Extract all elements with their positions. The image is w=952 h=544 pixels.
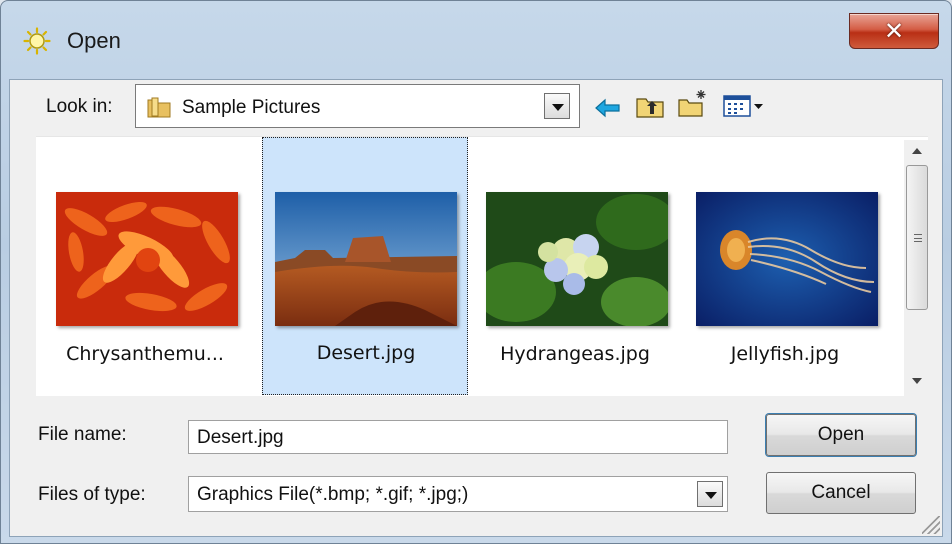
open-dialog-window: Open ✕ Look in: Sample Pictures Chrysant… xyxy=(0,0,952,544)
up-folder-icon[interactable] xyxy=(634,90,666,122)
look-in-dropdown-button[interactable] xyxy=(544,93,570,119)
file-type-dropdown-button[interactable] xyxy=(697,481,723,507)
back-arrow-icon[interactable] xyxy=(592,92,624,124)
scroll-up-icon[interactable] xyxy=(912,148,922,154)
grip-icon xyxy=(914,234,922,242)
file-name-label: File name: xyxy=(38,424,127,445)
file-type-value: Graphics File(*.bmp; *.gif; *.jpg;) xyxy=(197,484,469,505)
file-name-label: Desert.jpg xyxy=(316,342,416,364)
chevron-down-icon xyxy=(552,104,564,111)
file-item-chrysanthemum[interactable]: Chrysanthemu... xyxy=(42,137,248,395)
thumbnail-jellyfish xyxy=(696,192,878,326)
file-type-select[interactable]: Graphics File(*.bmp; *.gif; *.jpg;) xyxy=(188,476,728,512)
look-in-value: Sample Pictures xyxy=(182,97,321,118)
view-menu-icon[interactable] xyxy=(722,90,768,122)
new-folder-icon[interactable] xyxy=(676,88,708,120)
chevron-down-icon xyxy=(705,492,717,499)
file-name-label: Chrysanthemu... xyxy=(66,343,224,365)
close-icon: ✕ xyxy=(883,17,905,45)
file-name-label: Jellyfish.jpg xyxy=(730,343,840,365)
thumbnail-hydrangeas xyxy=(486,192,668,326)
scrollbar-thumb[interactable] xyxy=(906,165,928,310)
file-name-input[interactable]: Desert.jpg xyxy=(188,420,728,454)
thumbnail-desert xyxy=(275,192,457,326)
thumbnail-chrysanthemum xyxy=(56,192,238,326)
cancel-button[interactable]: Cancel xyxy=(766,472,916,514)
window-title: Open xyxy=(67,28,121,53)
title-bar[interactable]: Open ✕ xyxy=(1,1,951,81)
file-name-label: Hydrangeas.jpg xyxy=(500,343,650,365)
scroll-down-icon[interactable] xyxy=(912,378,922,384)
close-button[interactable]: ✕ xyxy=(849,13,939,49)
resize-grip-icon[interactable] xyxy=(922,516,940,534)
file-item-jellyfish[interactable]: Jellyfish.jpg xyxy=(682,137,888,395)
vertical-scrollbar[interactable] xyxy=(904,140,930,396)
file-item-desert[interactable]: Desert.jpg xyxy=(262,137,468,395)
file-item-hydrangeas[interactable]: Hydrangeas.jpg xyxy=(472,137,678,395)
dialog-body: Look in: Sample Pictures Chrysanthemu...… xyxy=(9,79,943,537)
open-button[interactable]: Open xyxy=(766,414,916,456)
look-in-combobox[interactable]: Sample Pictures xyxy=(135,84,580,128)
look-in-label: Look in: xyxy=(46,96,113,117)
file-list-view[interactable]: Chrysanthemu... Desert.jpg Hydrangeas.jp… xyxy=(36,136,928,396)
file-type-label: Files of type: xyxy=(38,484,146,505)
folder-icon xyxy=(147,97,171,118)
open-sun-icon xyxy=(23,27,51,55)
